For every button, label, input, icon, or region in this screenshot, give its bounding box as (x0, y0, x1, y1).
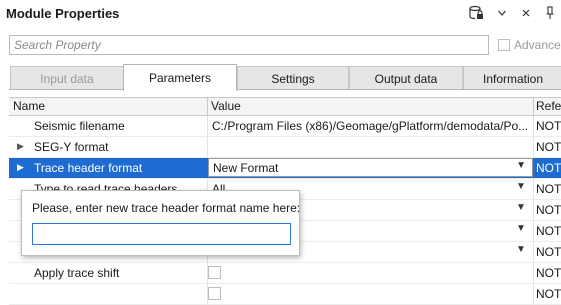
column-divider[interactable] (207, 98, 208, 115)
tab-settings[interactable]: Settings (237, 66, 349, 90)
advanced-toggle[interactable]: Advance (498, 38, 561, 52)
tab-parameters[interactable]: Parameters (123, 64, 237, 91)
grid-row-apply-trace-shift[interactable]: Apply trace shift NOT (9, 263, 561, 284)
cell-divider (533, 284, 534, 304)
row-refer: NOT (536, 161, 561, 175)
cell-divider (533, 242, 534, 262)
expand-arrow-icon[interactable]: ▶ (17, 162, 24, 173)
cell-divider (207, 137, 208, 157)
row-refer: NOT (536, 224, 561, 238)
advanced-checkbox[interactable] (498, 39, 510, 51)
expand-arrow-icon[interactable]: ▶ (17, 141, 24, 152)
advanced-label: Advance (514, 38, 561, 52)
cell-divider (533, 200, 534, 220)
tab-label: Settings (271, 71, 315, 86)
tab-information[interactable]: Information (463, 66, 561, 90)
tab-input-data[interactable]: Input data (10, 66, 124, 90)
search-property-input[interactable] (10, 36, 488, 54)
grid-row-trace-header-format[interactable]: ▶ Trace header format New Format ▼ NOT (9, 158, 561, 179)
grid-row-segy-format[interactable]: ▶ SEG-Y format NOT (9, 137, 561, 158)
row-name: Seismic filename (34, 119, 125, 133)
trace-header-format-combobox[interactable]: New Format ▼ (208, 158, 533, 177)
grid-row[interactable]: NOT (9, 284, 561, 305)
column-divider[interactable] (533, 98, 534, 115)
header-refer[interactable]: Refer (536, 99, 561, 113)
tab-label: Information (482, 71, 544, 86)
row-refer: NOT (536, 266, 561, 280)
tab-label: Input data (40, 71, 94, 86)
popup-message: Please, enter new trace header format na… (32, 201, 301, 215)
header-name[interactable]: Name (13, 99, 45, 113)
tab-output-data[interactable]: Output data (349, 66, 463, 90)
tab-label: Output data (374, 71, 438, 86)
new-format-name-popup: Please, enter new trace header format na… (21, 190, 300, 256)
header-value[interactable]: Value (211, 99, 241, 113)
dropdown-arrow-icon[interactable]: ▼ (516, 244, 526, 255)
row-name: Apply trace shift (34, 266, 120, 280)
cell-divider (533, 221, 534, 241)
chevron-down-icon[interactable] (493, 4, 511, 22)
row-name: SEG-Y format (34, 140, 109, 154)
cell-divider (533, 263, 534, 283)
search-box (9, 35, 489, 55)
cell-divider (533, 179, 534, 199)
combobox-value: New Format (213, 161, 279, 175)
panel-title: Module Properties (6, 6, 120, 21)
new-format-name-input[interactable] (32, 223, 291, 245)
pin-icon[interactable] (541, 4, 559, 22)
row-refer: NOT (536, 140, 561, 154)
dropdown-arrow-icon[interactable]: ▼ (516, 160, 526, 171)
row-checkbox[interactable] (208, 287, 221, 300)
grid-row-seismic-filename[interactable]: Seismic filename C:/Program Files (x86)/… (9, 116, 561, 137)
dropdown-arrow-icon[interactable]: ▼ (516, 181, 526, 192)
row-name: Trace header format (34, 161, 143, 175)
tab-bar: Input data Parameters Settings Output da… (9, 64, 561, 91)
dropdown-arrow-icon[interactable]: ▼ (516, 223, 526, 234)
tab-label: Parameters (148, 71, 212, 85)
row-refer: NOT (536, 119, 561, 133)
cell-divider (207, 116, 208, 136)
row-refer: NOT (536, 287, 561, 301)
cell-divider (533, 116, 534, 136)
apply-trace-shift-checkbox[interactable] (208, 266, 221, 279)
row-refer: NOT (536, 182, 561, 196)
row-refer: NOT (536, 245, 561, 259)
dropdown-arrow-icon[interactable]: ▼ (516, 202, 526, 213)
row-refer: NOT (536, 203, 561, 217)
row-value[interactable]: C:/Program Files (x86)/Geomage/gPlatform… (212, 119, 534, 133)
cell-divider (533, 137, 534, 157)
tab-divider (9, 89, 561, 90)
grid-header: Name Value Refer (9, 97, 561, 116)
close-icon[interactable] (517, 4, 535, 22)
settings-lock-icon[interactable] (467, 4, 485, 22)
